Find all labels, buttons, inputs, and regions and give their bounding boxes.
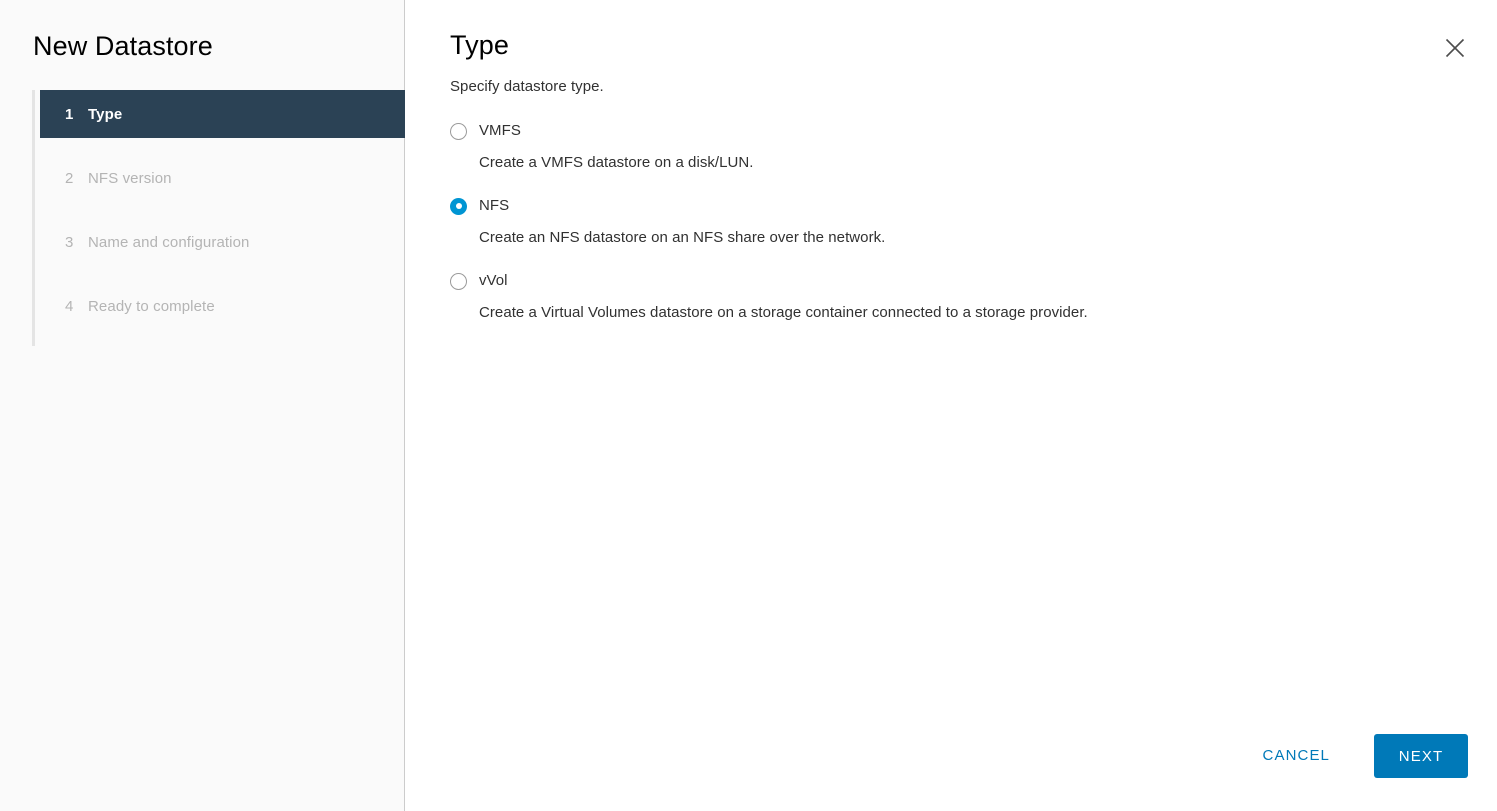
page-title: Type xyxy=(450,30,509,60)
option-vmfs: VMFS Create a VMFS datastore on a disk/L… xyxy=(450,120,1457,173)
close-button[interactable] xyxy=(1435,29,1475,69)
datastore-type-radio-group: VMFS Create a VMFS datastore on a disk/L… xyxy=(450,120,1457,323)
page-subtitle: Specify datastore type. xyxy=(450,78,604,95)
radio-label-vvol: vVol xyxy=(479,272,508,289)
step-number: 3 xyxy=(65,233,74,251)
wizard-main-panel: Type Specify datastore type. VMFS Create… xyxy=(405,0,1497,811)
step-label: Ready to complete xyxy=(88,297,215,315)
radio-description-nfs: Create an NFS datastore on an NFS share … xyxy=(479,229,886,246)
wizard-title: New Datastore xyxy=(33,31,213,61)
cancel-button[interactable]: CANCEL xyxy=(1247,735,1346,777)
radio-label-nfs: NFS xyxy=(479,197,510,214)
radio-option-vvol[interactable]: vVol xyxy=(450,270,1457,292)
step-label: Type xyxy=(88,105,123,123)
step-label: Name and configuration xyxy=(88,233,250,251)
wizard-footer: CANCEL NEXT xyxy=(1247,734,1468,778)
option-nfs: NFS Create an NFS datastore on an NFS sh… xyxy=(450,195,1457,248)
new-datastore-wizard: New Datastore 1 Type 2 NFS version 3 Nam… xyxy=(0,0,1497,811)
sidebar-step-type[interactable]: 1 Type xyxy=(40,90,405,138)
step-rail xyxy=(32,90,35,346)
step-number: 4 xyxy=(65,297,74,315)
radio-button-nfs-icon[interactable] xyxy=(450,197,467,215)
radio-label-vmfs: VMFS xyxy=(479,122,521,139)
radio-option-vmfs[interactable]: VMFS xyxy=(450,120,1457,142)
step-list: 1 Type 2 NFS version 3 Name and configur… xyxy=(32,90,405,346)
radio-button-vvol-icon[interactable] xyxy=(450,272,467,290)
step-number: 2 xyxy=(65,169,74,187)
wizard-sidebar: New Datastore 1 Type 2 NFS version 3 Nam… xyxy=(0,0,405,811)
sidebar-step-name-and-configuration[interactable]: 3 Name and configuration xyxy=(40,218,405,266)
close-icon xyxy=(1444,37,1466,62)
sidebar-step-nfs-version[interactable]: 2 NFS version xyxy=(40,154,405,202)
sidebar-step-ready-to-complete[interactable]: 4 Ready to complete xyxy=(40,282,405,330)
radio-option-nfs[interactable]: NFS xyxy=(450,195,1457,217)
radio-description-vmfs: Create a VMFS datastore on a disk/LUN. xyxy=(479,154,754,171)
step-label: NFS version xyxy=(88,169,172,187)
radio-description-vvol: Create a Virtual Volumes datastore on a … xyxy=(479,304,1088,321)
radio-button-vmfs-icon[interactable] xyxy=(450,122,467,140)
step-number: 1 xyxy=(65,105,74,123)
option-vvol: vVol Create a Virtual Volumes datastore … xyxy=(450,270,1457,323)
next-button[interactable]: NEXT xyxy=(1374,734,1468,778)
